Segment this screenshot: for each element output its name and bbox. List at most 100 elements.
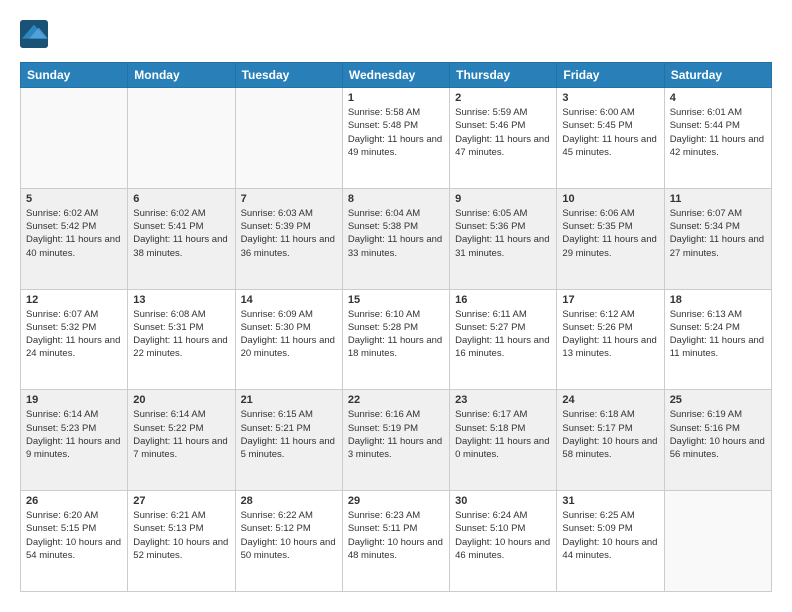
day-number: 14 xyxy=(241,294,337,306)
day-number: 28 xyxy=(241,495,337,507)
day-info: Sunrise: 6:02 AMSunset: 5:42 PMDaylight:… xyxy=(26,207,122,260)
day-info: Sunrise: 6:23 AMSunset: 5:11 PMDaylight:… xyxy=(348,509,444,562)
daylight-text: Daylight: 11 hours and 47 minutes. xyxy=(455,133,551,160)
week-row-4: 26Sunrise: 6:20 AMSunset: 5:15 PMDayligh… xyxy=(21,491,772,592)
sunset-text: Sunset: 5:45 PM xyxy=(562,119,658,132)
day-info: Sunrise: 6:01 AMSunset: 5:44 PMDaylight:… xyxy=(670,106,766,159)
sunrise-text: Sunrise: 6:14 AM xyxy=(26,408,122,421)
calendar-cell: 10Sunrise: 6:06 AMSunset: 5:35 PMDayligh… xyxy=(557,188,664,289)
calendar-cell: 26Sunrise: 6:20 AMSunset: 5:15 PMDayligh… xyxy=(21,491,128,592)
day-info: Sunrise: 6:19 AMSunset: 5:16 PMDaylight:… xyxy=(670,408,766,461)
day-number: 23 xyxy=(455,394,551,406)
sunrise-text: Sunrise: 6:12 AM xyxy=(562,308,658,321)
day-number: 17 xyxy=(562,294,658,306)
sunset-text: Sunset: 5:12 PM xyxy=(241,522,337,535)
sunset-text: Sunset: 5:38 PM xyxy=(348,220,444,233)
calendar-cell: 1 Sunrise: 5:58 AMSunset: 5:48 PMDaylight… xyxy=(342,88,449,189)
day-info: Sunrise: 6:14 AMSunset: 5:23 PMDaylight:… xyxy=(26,408,122,461)
calendar-cell: 2 Sunrise: 5:59 AMSunset: 5:46 PMDaylight… xyxy=(450,88,557,189)
sunrise-text: Sunrise: 6:17 AM xyxy=(455,408,551,421)
calendar-cell xyxy=(235,88,342,189)
day-info: Sunrise: 6:24 AMSunset: 5:10 PMDaylight:… xyxy=(455,509,551,562)
day-info: Sunrise: 6:03 AMSunset: 5:39 PMDaylight:… xyxy=(241,207,337,260)
sunset-text: Sunset: 5:31 PM xyxy=(133,321,229,334)
day-info: Sunrise: 6:21 AMSunset: 5:13 PMDaylight:… xyxy=(133,509,229,562)
sunrise-text: Sunrise: 6:21 AM xyxy=(133,509,229,522)
day-number: 18 xyxy=(670,294,766,306)
sunrise-text: Sunrise: 6:08 AM xyxy=(133,308,229,321)
sunrise-text: Sunrise: 5:59 AM xyxy=(455,106,551,119)
sunset-text: Sunset: 5:35 PM xyxy=(562,220,658,233)
day-info: Sunrise: 6:10 AMSunset: 5:28 PMDaylight:… xyxy=(348,308,444,361)
sunset-text: Sunset: 5:36 PM xyxy=(455,220,551,233)
daylight-text: Daylight: 11 hours and 45 minutes. xyxy=(562,133,658,160)
calendar-cell xyxy=(664,491,771,592)
sunrise-text: Sunrise: 6:14 AM xyxy=(133,408,229,421)
page: SundayMondayTuesdayWednesdayThursdayFrid… xyxy=(0,0,792,612)
daylight-text: Daylight: 11 hours and 42 minutes. xyxy=(670,133,766,160)
sunset-text: Sunset: 5:34 PM xyxy=(670,220,766,233)
calendar-cell xyxy=(128,88,235,189)
sunrise-text: Sunrise: 6:25 AM xyxy=(562,509,658,522)
day-number: 16 xyxy=(455,294,551,306)
calendar-cell: 5 Sunrise: 6:02 AMSunset: 5:42 PMDaylight… xyxy=(21,188,128,289)
sunrise-text: Sunrise: 6:23 AM xyxy=(348,509,444,522)
daylight-text: Daylight: 10 hours and 46 minutes. xyxy=(455,536,551,563)
day-number: 21 xyxy=(241,394,337,406)
day-number: 2 xyxy=(455,92,551,104)
sunset-text: Sunset: 5:09 PM xyxy=(562,522,658,535)
sunset-text: Sunset: 5:30 PM xyxy=(241,321,337,334)
day-info: Sunrise: 6:14 AMSunset: 5:22 PMDaylight:… xyxy=(133,408,229,461)
calendar-cell: 9Sunrise: 6:05 AMSunset: 5:36 PMDaylight… xyxy=(450,188,557,289)
daylight-text: Daylight: 11 hours and 13 minutes. xyxy=(562,334,658,361)
sunset-text: Sunset: 5:11 PM xyxy=(348,522,444,535)
day-number: 1 xyxy=(348,92,444,104)
calendar-cell: 15Sunrise: 6:10 AMSunset: 5:28 PMDayligh… xyxy=(342,289,449,390)
sunset-text: Sunset: 5:32 PM xyxy=(26,321,122,334)
calendar-cell xyxy=(21,88,128,189)
sunset-text: Sunset: 5:17 PM xyxy=(562,422,658,435)
day-number: 22 xyxy=(348,394,444,406)
sunset-text: Sunset: 5:46 PM xyxy=(455,119,551,132)
day-info: Sunrise: 6:12 AMSunset: 5:26 PMDaylight:… xyxy=(562,308,658,361)
day-info: Sunrise: 5:59 AMSunset: 5:46 PMDaylight:… xyxy=(455,106,551,159)
day-number: 19 xyxy=(26,394,122,406)
calendar-cell: 20Sunrise: 6:14 AMSunset: 5:22 PMDayligh… xyxy=(128,390,235,491)
day-number: 3 xyxy=(562,92,658,104)
day-info: Sunrise: 6:15 AMSunset: 5:21 PMDaylight:… xyxy=(241,408,337,461)
daylight-text: Daylight: 11 hours and 20 minutes. xyxy=(241,334,337,361)
weekday-header-row: SundayMondayTuesdayWednesdayThursdayFrid… xyxy=(21,63,772,88)
daylight-text: Daylight: 10 hours and 44 minutes. xyxy=(562,536,658,563)
sunset-text: Sunset: 5:39 PM xyxy=(241,220,337,233)
sunset-text: Sunset: 5:27 PM xyxy=(455,321,551,334)
week-row-1: 5 Sunrise: 6:02 AMSunset: 5:42 PMDaylight… xyxy=(21,188,772,289)
sunrise-text: Sunrise: 6:20 AM xyxy=(26,509,122,522)
day-number: 6 xyxy=(133,193,229,205)
day-info: Sunrise: 6:07 AMSunset: 5:32 PMDaylight:… xyxy=(26,308,122,361)
daylight-text: Daylight: 11 hours and 11 minutes. xyxy=(670,334,766,361)
sunrise-text: Sunrise: 6:19 AM xyxy=(670,408,766,421)
calendar-cell: 4Sunrise: 6:01 AMSunset: 5:44 PMDaylight… xyxy=(664,88,771,189)
day-info: Sunrise: 5:58 AMSunset: 5:48 PMDaylight:… xyxy=(348,106,444,159)
day-number: 5 xyxy=(26,193,122,205)
sunrise-text: Sunrise: 6:18 AM xyxy=(562,408,658,421)
sunset-text: Sunset: 5:19 PM xyxy=(348,422,444,435)
weekday-header-monday: Monday xyxy=(128,63,235,88)
week-row-0: 1 Sunrise: 5:58 AMSunset: 5:48 PMDaylight… xyxy=(21,88,772,189)
sunrise-text: Sunrise: 6:10 AM xyxy=(348,308,444,321)
calendar-cell: 6Sunrise: 6:02 AMSunset: 5:41 PMDaylight… xyxy=(128,188,235,289)
daylight-text: Daylight: 10 hours and 50 minutes. xyxy=(241,536,337,563)
weekday-header-friday: Friday xyxy=(557,63,664,88)
weekday-header-saturday: Saturday xyxy=(664,63,771,88)
day-info: Sunrise: 6:18 AMSunset: 5:17 PMDaylight:… xyxy=(562,408,658,461)
sunrise-text: Sunrise: 6:16 AM xyxy=(348,408,444,421)
daylight-text: Daylight: 11 hours and 27 minutes. xyxy=(670,233,766,260)
calendar-cell: 30Sunrise: 6:24 AMSunset: 5:10 PMDayligh… xyxy=(450,491,557,592)
daylight-text: Daylight: 11 hours and 7 minutes. xyxy=(133,435,229,462)
calendar-cell: 19 Sunrise: 6:14 AMSunset: 5:23 PMDayligh… xyxy=(21,390,128,491)
sunset-text: Sunset: 5:18 PM xyxy=(455,422,551,435)
sunset-text: Sunset: 5:21 PM xyxy=(241,422,337,435)
daylight-text: Daylight: 11 hours and 38 minutes. xyxy=(133,233,229,260)
day-info: Sunrise: 6:13 AMSunset: 5:24 PMDaylight:… xyxy=(670,308,766,361)
daylight-text: Daylight: 11 hours and 24 minutes. xyxy=(26,334,122,361)
